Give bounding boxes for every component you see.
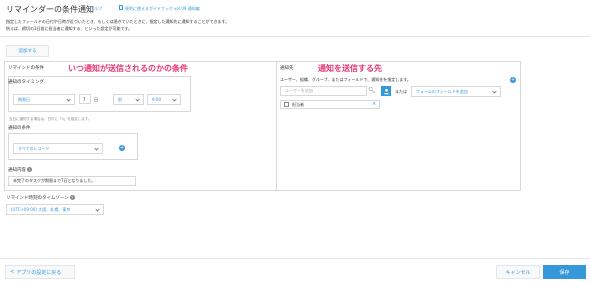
content-label-text: 通知内容: [8, 168, 26, 173]
guidebook-link[interactable]: 便利に使えるガイドブック vol.09 通知編: [125, 6, 200, 12]
condition-label: 通知の条件: [8, 126, 31, 131]
help-icon[interactable]: ?: [27, 167, 32, 172]
back-button-label: アプリの設定に戻る: [16, 269, 62, 276]
page-title: リマインダーの条件通知: [6, 5, 94, 14]
help-link[interactable]: ヘルプ: [90, 6, 102, 12]
plus-circle-icon[interactable]: +: [119, 145, 125, 151]
book-icon: [119, 5, 123, 10]
timezone-value: (UTC+09:00) 大阪、札幌、東京: [11, 206, 71, 212]
timezone-label: リマインド時刻のタイムゾーン?: [6, 195, 75, 201]
divider: [0, 258, 590, 259]
offset-days-input[interactable]: 7: [79, 94, 91, 104]
user-icon[interactable]: [381, 86, 391, 96]
day-unit-label: 日: [94, 97, 98, 102]
save-button[interactable]: 保存: [543, 265, 586, 279]
field-add-select[interactable]: フォームのフィールドを追加: [411, 86, 501, 97]
chevron-down-icon: [95, 207, 100, 212]
search-icon[interactable]: 🔍︎: [368, 87, 376, 94]
chevron-down-icon: [492, 89, 497, 94]
condition-value: すべてのレコード: [18, 145, 50, 151]
content-label: 通知内容?: [8, 167, 32, 173]
left-column-header: リマインドの条件: [8, 66, 44, 71]
time-value: 9:00: [152, 97, 161, 102]
field-add-value: フォームのフィールドを追加: [416, 88, 468, 94]
description-line-1: 指定したフィールドの日付や日時が近づいたとき、もしくは過ぎていたときに、指定した…: [6, 19, 230, 24]
date-field-select[interactable]: 期限日: [13, 94, 75, 105]
chevron-left-icon: <: [10, 269, 15, 275]
time-select[interactable]: 9:00: [147, 94, 181, 105]
cancel-button[interactable]: キャンセル: [496, 265, 540, 279]
timezone-select[interactable]: (UTC+09:00) 大阪、札幌、東京: [6, 204, 104, 215]
chevron-down-icon: [135, 97, 140, 102]
chevron-down-icon: [66, 97, 71, 102]
recipient-chip: 担当者: [280, 100, 380, 109]
timing-note: 当日に通知する場合は、日付に「0」を指定します。: [9, 117, 92, 121]
divider: [0, 36, 590, 37]
timezone-label-text: リマインド時刻のタイムゾーン: [6, 196, 69, 201]
chevron-down-icon: [172, 97, 177, 102]
timing-label: 通知のタイミング: [8, 80, 44, 85]
add-button[interactable]: 追加する: [6, 45, 49, 57]
right-column-header: 通知先: [280, 66, 294, 71]
help-icon[interactable]: ?: [69, 195, 75, 200]
direction-value: 前: [118, 96, 122, 102]
condition-select[interactable]: すべてのレコード: [13, 143, 103, 154]
recipient-description: ユーザー、組織、グループ、またはフィールドで、通知先を指定します。: [280, 77, 411, 82]
content-input[interactable]: 未完了のタスクが期限まで7日となりました。: [8, 176, 136, 186]
column-divider: [276, 61, 277, 191]
description-line-2: 例えば、締切の3日前に担当者に通知する、といった設定が可能です。: [6, 26, 133, 31]
field-icon: [284, 102, 289, 107]
recipient-name: 担当者: [292, 101, 304, 107]
chevron-down-icon: [94, 146, 99, 151]
back-button[interactable]: < アプリの設定に戻る: [5, 265, 75, 279]
date-field-value: 期限日: [18, 96, 30, 102]
or-label: または: [395, 89, 407, 94]
close-icon[interactable]: ×: [372, 101, 376, 107]
right-annotation: 通知を送信する先: [318, 64, 382, 73]
plus-circle-icon[interactable]: +: [510, 77, 516, 83]
direction-select[interactable]: 前: [113, 94, 144, 105]
user-search-input[interactable]: ユーザーを追加: [280, 86, 367, 96]
left-annotation: いつ通知が送信されるのかの条件: [68, 64, 188, 73]
